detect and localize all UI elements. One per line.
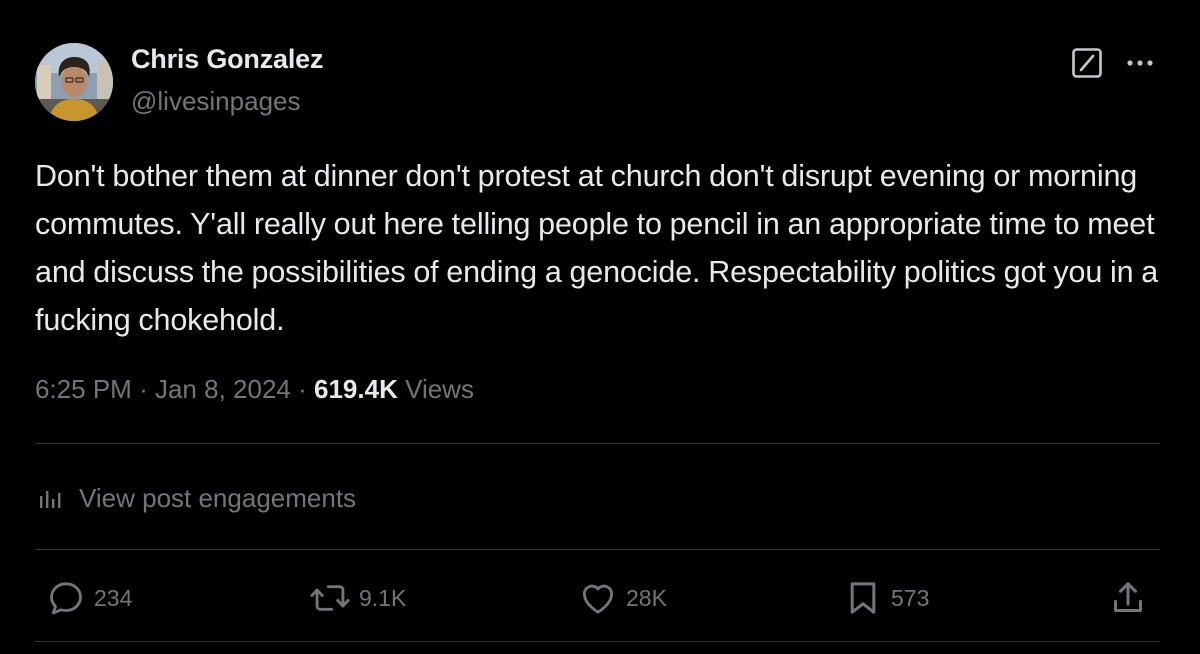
repost-count: 9.1K [359,584,407,611]
reply-button[interactable]: 234 [46,578,132,618]
heart-icon [582,584,614,614]
tweet-card: Chris Gonzalez @livesinpages Don't bothe… [0,0,1200,654]
more-dots-icon [1127,60,1153,66]
post-time[interactable]: 6:25 PM [35,374,132,404]
repost-icon [310,585,350,611]
author-name[interactable]: Chris Gonzalez [131,44,323,75]
repost-button[interactable]: 9.1K [309,578,406,618]
like-button[interactable]: 28K [578,578,667,618]
more-options-button[interactable] [1122,48,1158,78]
views-count: 619.4K [314,374,398,404]
post-meta: 6:25 PM · Jan 8, 2024 · 619.4K Views [35,374,474,405]
view-engagements-link[interactable]: View post engagements [35,480,356,516]
meta-separator: · [139,374,148,404]
share-icon [1114,582,1142,612]
like-count: 28K [626,584,667,611]
author-handle[interactable]: @livesinpages [131,86,300,117]
analytics-icon [40,491,61,508]
grok-button[interactable] [1071,47,1103,79]
bookmark-icon [850,582,876,614]
bookmark-button[interactable]: 573 [843,578,929,618]
avatar-image [35,43,113,121]
view-engagements-label: View post engagements [79,482,357,513]
divider [35,549,1160,550]
avatar[interactable] [35,43,113,121]
grok-icon [1072,48,1102,78]
post-date[interactable]: Jan 8, 2024 [155,374,291,404]
divider [35,443,1160,444]
bookmark-count: 573 [891,584,930,611]
views-label: Views [405,374,474,404]
reply-icon [50,582,82,615]
share-button[interactable] [1108,578,1148,618]
reply-count: 234 [94,584,133,611]
meta-separator: · [298,374,307,404]
post-text: Don't bother them at dinner don't protes… [35,159,1159,337]
divider [35,641,1160,642]
